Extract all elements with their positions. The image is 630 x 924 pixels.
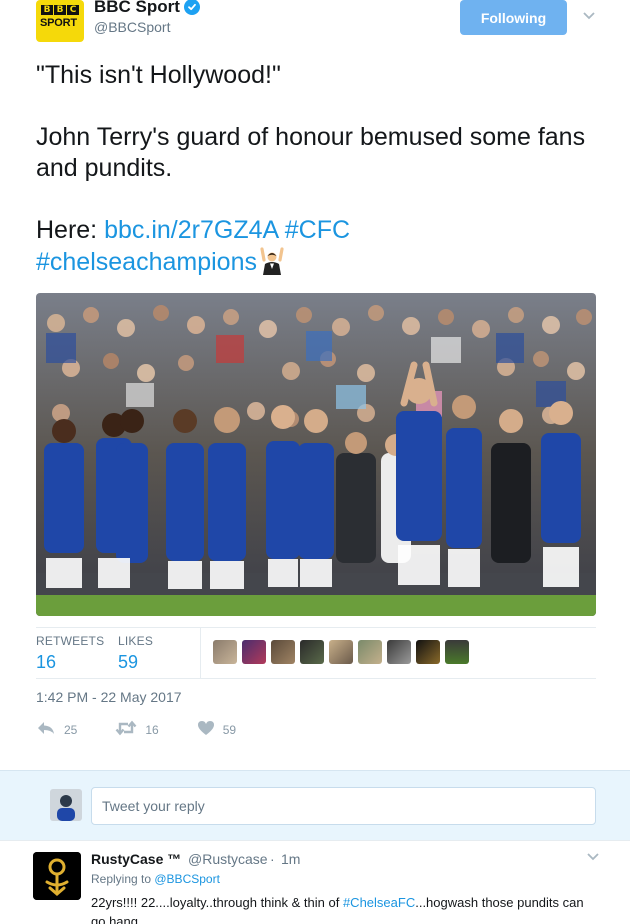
reply-time[interactable]: 1m	[281, 851, 300, 867]
likes-stat[interactable]: LIKES 59	[118, 634, 153, 673]
retweets-stat[interactable]: RETWEETS 16	[36, 634, 104, 673]
likers-avatars	[213, 640, 469, 664]
current-user-avatar[interactable]	[50, 789, 82, 821]
hashtag-cfc[interactable]: #CFC	[285, 216, 350, 244]
liker-avatar[interactable]	[213, 640, 237, 664]
reply-input[interactable]: Tweet your reply	[91, 787, 596, 825]
tweet-photo[interactable]	[36, 293, 596, 616]
author-display-name[interactable]: BBC Sport	[94, 0, 200, 17]
liker-avatar[interactable]	[242, 640, 266, 664]
bbc-sport-avatar[interactable]: B B C SPORT	[36, 0, 84, 42]
chevron-down-icon[interactable]	[586, 849, 600, 867]
reply-count: 25	[64, 722, 78, 737]
reply-icon	[36, 720, 56, 739]
reply-tweet[interactable]: RustyCase ™ @Rustycase · 1m Replying to …	[0, 840, 630, 924]
likes-label: LIKES	[118, 634, 154, 648]
person-raising-hands-icon	[257, 246, 287, 284]
stats-divider	[200, 628, 201, 678]
author-name-text: BBC Sport	[94, 0, 180, 16]
liker-avatar[interactable]	[416, 640, 440, 664]
tweet-header: B B C SPORT BBC Sport @BBCSport Followin…	[36, 0, 596, 50]
reply-text-before: 22yrs!!!! 22....loyalty..through think &…	[91, 895, 343, 910]
retweet-icon	[115, 720, 137, 739]
replying-prefix: Replying to	[91, 872, 155, 886]
tweet-link[interactable]: bbc.in/2r7GZ4A	[104, 216, 278, 244]
retweet-action[interactable]: 16	[115, 720, 159, 739]
bbc-logo: B B C	[41, 5, 79, 15]
reply-author-name[interactable]: RustyCase ™	[91, 851, 181, 867]
verified-badge-icon	[183, 0, 200, 15]
reply-action[interactable]: 25	[36, 720, 77, 739]
tweet-stats: RETWEETS 16 LIKES 59	[36, 627, 596, 679]
tweet-line-1: "This isn't Hollywood!"	[36, 61, 281, 89]
replying-to: Replying to @BBCSport	[91, 872, 220, 886]
bbc-logo-sport: SPORT	[40, 17, 77, 29]
likes-value: 59	[118, 652, 139, 672]
chevron-down-icon[interactable]	[582, 8, 596, 26]
reply-text: 22yrs!!!! 22....loyalty..through think &…	[91, 893, 591, 924]
retweets-label: RETWEETS	[36, 634, 105, 648]
tweet-actions: 25 16 59	[36, 720, 274, 739]
liker-avatar[interactable]	[300, 640, 324, 664]
author-handle[interactable]: @BBCSport	[94, 19, 170, 35]
like-count: 59	[222, 722, 237, 737]
like-action[interactable]: 59	[197, 720, 236, 739]
guard-of-honour-photo	[36, 293, 596, 616]
liker-avatar[interactable]	[271, 640, 295, 664]
replying-to-handle[interactable]: @BBCSport	[154, 872, 220, 886]
heart-icon	[197, 720, 215, 739]
tweet-timestamp[interactable]: 1:42 PM - 22 May 2017	[36, 689, 182, 705]
bbc-logo-letter: B	[41, 5, 53, 15]
rustycase-avatar[interactable]	[33, 852, 81, 900]
liker-avatar[interactable]	[387, 640, 411, 664]
liker-avatar[interactable]	[358, 640, 382, 664]
bbc-logo-letter: B	[54, 5, 66, 15]
reply-separator: ·	[270, 851, 275, 867]
retweets-value: 16	[36, 652, 57, 672]
bbc-logo-letter: C	[67, 5, 79, 15]
hashtag-chelseachampions[interactable]: #chelseachampions	[36, 248, 257, 276]
love-symbol-icon	[33, 852, 81, 900]
retweet-count: 16	[145, 722, 159, 737]
tweet-text: "This isn't Hollywood!" John Terry's gua…	[36, 60, 606, 284]
liker-avatar[interactable]	[445, 640, 469, 664]
following-button[interactable]: Following	[460, 0, 567, 35]
liker-avatar[interactable]	[329, 640, 353, 664]
hashtag-chelseafc[interactable]: #ChelseaFC	[343, 895, 415, 910]
tweet-line-2: John Terry's guard of honour bemused som…	[36, 123, 593, 182]
reply-author-handle[interactable]: @Rustycase	[188, 851, 268, 867]
tweet-here-prefix: Here:	[36, 216, 105, 244]
reply-composer: Tweet your reply	[0, 770, 630, 840]
